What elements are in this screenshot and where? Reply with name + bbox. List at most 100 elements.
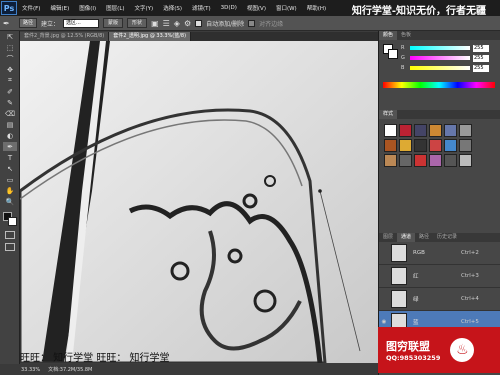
red-value[interactable]: 255	[473, 44, 489, 52]
path-ops-icon[interactable]: ▣	[151, 19, 159, 28]
style-swatch[interactable]	[444, 154, 457, 167]
menu-help[interactable]: 帮助(H)	[302, 4, 331, 12]
green-value[interactable]: 255	[473, 54, 489, 62]
pen-tool-icon-active[interactable]: ✒	[3, 142, 17, 151]
menu-filter[interactable]: 滤镜(T)	[187, 4, 216, 12]
mask-button[interactable]: 蒙版	[103, 18, 124, 28]
menu-layer[interactable]: 图层(L)	[101, 4, 129, 12]
crop-tool-icon[interactable]: ⌗	[3, 76, 17, 85]
watermark-text: 知行学堂-知识无价，行者无疆	[351, 6, 486, 17]
path-select-tool-icon[interactable]: ↖	[3, 164, 17, 173]
menu-image[interactable]: 图像(I)	[74, 4, 101, 12]
style-swatch[interactable]	[414, 139, 427, 152]
style-swatch[interactable]	[384, 154, 397, 167]
channel-green[interactable]: 绿 Ctrl+4	[379, 288, 500, 311]
tools-panel: ⇱ ⬚ ⌒ ✥ ⌗ ✐ ✎ ⌫ ▤ ◐ ✒ T ↖ ▭ ✋ 🔍	[0, 31, 20, 365]
menu-view[interactable]: 视图(V)	[242, 4, 271, 12]
style-swatch[interactable]	[459, 124, 472, 137]
panels-dock: 颜色 色板 R 255 G 255 B 255 样式 图层 通道 路径 历史记录…	[378, 31, 500, 375]
eraser-tool-icon[interactable]: ⌫	[3, 109, 17, 118]
menu-select[interactable]: 选择(S)	[158, 4, 187, 12]
menu-3d[interactable]: 3D(D)	[216, 5, 242, 11]
auto-add-delete-checkbox[interactable]	[195, 19, 203, 27]
pen-tool-icon[interactable]: ✒	[3, 19, 15, 28]
align-icon[interactable]: ☰	[163, 19, 170, 28]
gradient-tool-icon[interactable]: ▤	[3, 120, 17, 129]
type-tool-icon[interactable]: T	[3, 153, 17, 162]
move-tool-icon[interactable]: ⇱	[3, 32, 17, 41]
screen-mode-icon[interactable]	[5, 243, 15, 251]
eye-icon[interactable]: ◉	[379, 319, 389, 325]
style-swatch[interactable]	[429, 124, 442, 137]
glass-water-artwork	[20, 41, 378, 363]
style-swatch[interactable]	[399, 154, 412, 167]
style-swatch[interactable]	[429, 154, 442, 167]
menu-window[interactable]: 窗口(W)	[271, 4, 302, 12]
style-swatch[interactable]	[444, 139, 457, 152]
blue-value[interactable]: 255	[473, 64, 489, 72]
blue-slider-row: B 255	[379, 63, 500, 73]
channel-shortcut: Ctrl+2	[461, 250, 479, 256]
style-swatch[interactable]	[429, 139, 442, 152]
channel-name: 绿	[413, 297, 419, 303]
build-selection-button[interactable]: 选区...	[63, 18, 100, 28]
background-color-chip[interactable]	[388, 49, 398, 59]
styles-grid	[379, 119, 500, 172]
gear-icon[interactable]: ⚙	[184, 19, 191, 28]
lasso-tool-icon[interactable]: ⌒	[3, 54, 17, 63]
marquee-tool-icon[interactable]: ⬚	[3, 43, 17, 52]
channel-rgb[interactable]: RGB Ctrl+2	[379, 242, 500, 265]
tab-layers[interactable]: 图层	[379, 233, 397, 242]
promo-title: 图穷联盟	[386, 340, 430, 353]
menu-file[interactable]: 文件(F)	[17, 4, 45, 12]
color-spectrum[interactable]	[383, 82, 495, 88]
eyedropper-tool-icon[interactable]: ✐	[3, 87, 17, 96]
style-swatch[interactable]	[459, 154, 472, 167]
dodge-tool-icon[interactable]: ◐	[3, 131, 17, 140]
document-canvas[interactable]	[20, 41, 378, 363]
tab-transparent-doc[interactable]: 套件2_透明.jpg @ 33.3%(蓝/8)	[109, 32, 192, 41]
style-swatch[interactable]	[444, 124, 457, 137]
canvas-caption: 旺旺： 知行学堂 旺旺： 知行学堂	[20, 353, 170, 364]
channel-shortcut: Ctrl+3	[461, 273, 479, 279]
brush-tool-icon[interactable]: ✎	[3, 98, 17, 107]
tab-color[interactable]: 颜色	[379, 31, 398, 40]
channel-red[interactable]: 红 Ctrl+3	[379, 265, 500, 288]
red-slider[interactable]	[410, 46, 470, 50]
style-swatch[interactable]	[384, 124, 397, 137]
tool-mode-dropdown[interactable]: 路径	[19, 18, 38, 28]
document-tabs: 套件2_背景.jpg @ 12.5% (RGB/8) 套件2_透明.jpg @ …	[20, 32, 378, 41]
tab-background-doc[interactable]: 套件2_背景.jpg @ 12.5% (RGB/8)	[20, 32, 110, 41]
style-swatch[interactable]	[384, 139, 397, 152]
channel-thumbnail	[391, 290, 407, 308]
arrange-icon[interactable]: ◈	[174, 19, 180, 28]
red-label: R	[401, 45, 405, 51]
shape-tool-icon[interactable]: ▭	[3, 175, 17, 184]
menu-type[interactable]: 文字(Y)	[130, 4, 159, 12]
green-slider[interactable]	[410, 56, 470, 60]
style-swatch[interactable]	[414, 124, 427, 137]
style-swatch[interactable]	[459, 139, 472, 152]
tab-paths[interactable]: 路径	[415, 233, 433, 242]
style-swatch[interactable]	[414, 154, 427, 167]
tab-channels[interactable]: 通道	[397, 233, 416, 242]
menu-edit[interactable]: 编辑(E)	[45, 4, 74, 12]
tab-swatches[interactable]: 色板	[397, 31, 415, 40]
align-edges-checkbox[interactable]	[248, 19, 256, 27]
blue-slider[interactable]	[410, 66, 470, 70]
quick-select-tool-icon[interactable]: ✥	[3, 65, 17, 74]
shape-button[interactable]: 形状	[127, 18, 148, 28]
quick-mask-icon[interactable]	[5, 231, 15, 239]
channel-name: 红	[413, 274, 419, 280]
align-edges-label: 对齐边缘	[259, 20, 284, 28]
zoom-level[interactable]: 33.33%	[21, 367, 40, 373]
hand-tool-icon[interactable]: ✋	[3, 186, 17, 195]
layers-panel-header: 图层 通道 路径 历史记录	[379, 233, 500, 242]
style-swatch[interactable]	[399, 139, 412, 152]
tab-styles[interactable]: 样式	[379, 110, 398, 119]
tab-history[interactable]: 历史记录	[433, 233, 461, 242]
background-color-swatch[interactable]	[8, 217, 17, 226]
zoom-tool-icon[interactable]: 🔍	[3, 197, 17, 206]
channel-shortcut: Ctrl+4	[461, 296, 479, 302]
style-swatch[interactable]	[399, 124, 412, 137]
